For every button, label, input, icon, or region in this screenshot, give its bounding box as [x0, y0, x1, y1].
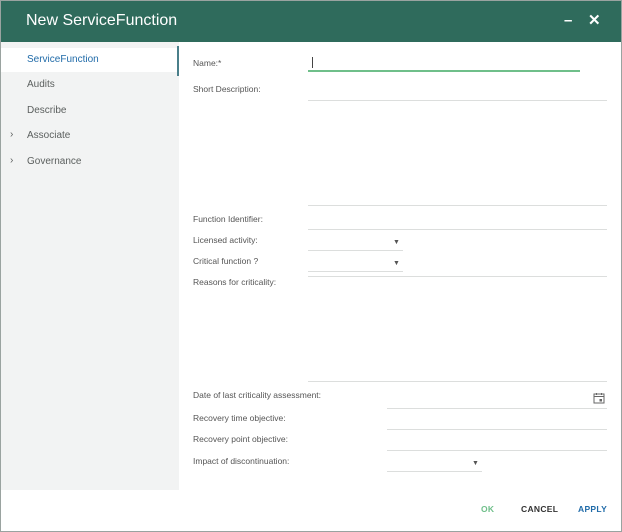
impact-select[interactable] — [387, 471, 482, 472]
cancel-button[interactable]: CANCEL — [521, 504, 558, 514]
sidebar-item-label: Associate — [27, 130, 71, 141]
critical-function-label: Critical function ? — [193, 256, 259, 266]
chevron-right-icon[interactable]: › — [10, 155, 13, 166]
sidebar-item-associate[interactable]: › Associate — [1, 124, 179, 148]
licensed-activity-label: Licensed activity: — [193, 235, 258, 245]
short-description-top-line — [308, 100, 607, 101]
date-assessment-label: Date of last criticality assessment: — [193, 390, 322, 400]
recovery-time-label: Recovery time objective: — [193, 413, 286, 423]
name-input[interactable] — [308, 70, 580, 72]
reasons-bottom-line — [308, 381, 607, 382]
close-icon[interactable]: ✕ — [588, 11, 601, 31]
title-bar: New ServiceFunction – ✕ — [1, 1, 621, 42]
chevron-right-icon[interactable]: › — [10, 129, 13, 140]
short-description-textarea[interactable] — [308, 102, 607, 205]
calendar-icon[interactable] — [593, 392, 605, 404]
dialog-footer: OK CANCEL APPLY — [1, 490, 621, 531]
sidebar-item-label: Describe — [27, 105, 67, 116]
sidebar-item-label: Audits — [27, 79, 55, 90]
reasons-top-line — [308, 276, 607, 277]
function-identifier-input[interactable] — [308, 229, 607, 230]
sidebar-item-label: Governance — [27, 156, 82, 167]
sidebar: ServiceFunction Audits Describe › Associ… — [1, 42, 179, 490]
sidebar-item-describe[interactable]: Describe — [1, 99, 179, 123]
recovery-time-input[interactable] — [387, 429, 607, 430]
date-assessment-input[interactable] — [387, 408, 607, 409]
recovery-point-input[interactable] — [387, 450, 607, 451]
minimize-icon[interactable]: – — [564, 11, 572, 31]
dialog-title: New ServiceFunction — [26, 12, 178, 29]
short-description-label: Short Description: — [193, 84, 261, 94]
dropdown-arrow-icon[interactable]: ▼ — [472, 460, 479, 467]
sidebar-item-servicefunction[interactable]: ServiceFunction — [1, 46, 179, 76]
ok-button[interactable]: OK — [481, 504, 494, 514]
new-servicefunction-dialog: New ServiceFunction – ✕ ServiceFunction … — [0, 0, 622, 532]
critical-function-select[interactable] — [308, 271, 403, 272]
text-caret — [312, 57, 313, 68]
reasons-textarea[interactable] — [308, 278, 607, 381]
recovery-point-label: Recovery point objective: — [193, 434, 288, 444]
dropdown-arrow-icon[interactable]: ▼ — [393, 260, 400, 267]
sidebar-item-label: ServiceFunction — [27, 54, 99, 65]
function-identifier-label: Function Identifier: — [193, 214, 263, 224]
sidebar-item-governance[interactable]: › Governance — [1, 150, 179, 174]
dropdown-arrow-icon[interactable]: ▼ — [393, 239, 400, 246]
impact-label: Impact of discontinuation: — [193, 456, 290, 466]
sidebar-item-audits[interactable]: Audits — [1, 73, 179, 97]
name-label: Name:* — [193, 58, 222, 68]
short-description-bottom-line — [308, 205, 607, 206]
reasons-label: Reasons for criticality: — [193, 277, 277, 287]
apply-button[interactable]: APPLY — [578, 504, 607, 514]
licensed-activity-select[interactable] — [308, 250, 403, 251]
form-content: Name:* Short Description: Function Ident… — [179, 42, 621, 490]
